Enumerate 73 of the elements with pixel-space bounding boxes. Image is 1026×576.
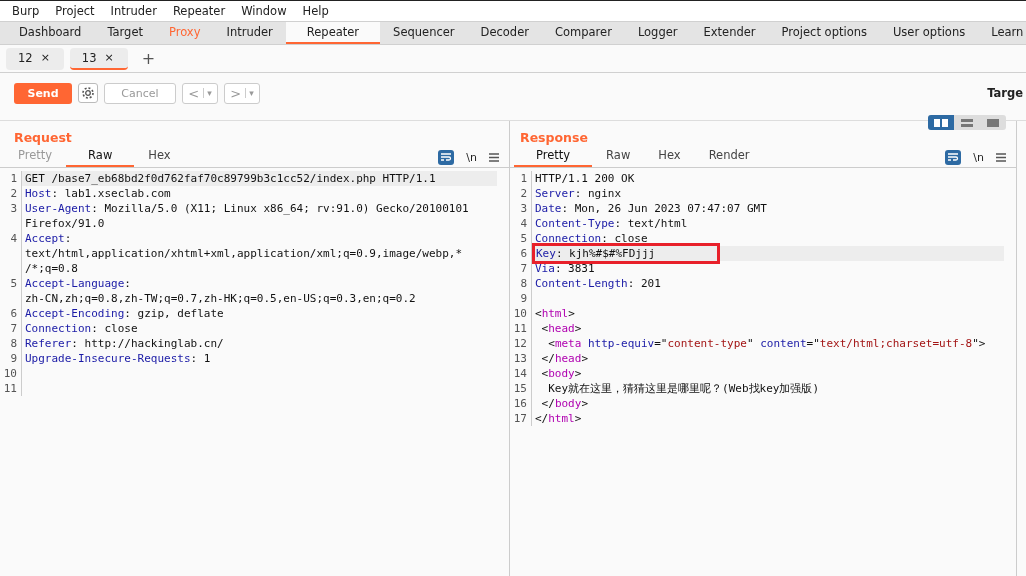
columns-layout-icon[interactable] xyxy=(928,115,954,130)
editor-tab[interactable]: Raw xyxy=(592,148,645,167)
tool-tab[interactable]: Target xyxy=(94,22,156,44)
code-line: <html> xyxy=(535,307,575,320)
tool-tab[interactable]: Extender xyxy=(690,22,769,44)
menu-item[interactable]: Project xyxy=(47,4,103,18)
menu-icon[interactable] xyxy=(489,152,499,162)
code-line: zh-CN,zh;q=0.8,zh-TW;q=0.7,zh-HK;q=0.5,en-US;q=0.3,en;q=0.2 xyxy=(25,292,416,305)
newline-toggle[interactable]: \n xyxy=(973,150,984,164)
tab-label: 13 xyxy=(81,50,97,65)
code-line: Host: lab1.xseclab.com xyxy=(25,187,171,200)
menu-item[interactable]: Window xyxy=(233,4,295,18)
editor-tab[interactable]: Hex xyxy=(644,148,695,167)
code-line: Server: nginx xyxy=(535,187,622,200)
editor-tab[interactable]: Raw xyxy=(66,148,135,167)
wrap-text-icon[interactable] xyxy=(945,149,962,165)
tool-tab[interactable]: Logger xyxy=(624,22,691,44)
code-line: HTTP/1.1 200 OK xyxy=(535,172,635,185)
menu-item[interactable]: Repeater xyxy=(164,4,234,18)
repeater-tab[interactable]: 12 × xyxy=(6,47,64,70)
code-line: Connection: close xyxy=(535,232,648,245)
tool-tab[interactable]: User options xyxy=(879,22,979,44)
tool-tab[interactable]: Dashboard xyxy=(6,22,95,44)
tool-tab[interactable]: Learn xyxy=(978,22,1026,44)
menu-item[interactable]: Intruder xyxy=(102,4,165,18)
new-tab-button[interactable]: + xyxy=(141,49,156,68)
repeater-tab[interactable]: 13 × xyxy=(69,47,128,70)
pane-title: Response xyxy=(520,130,588,145)
line-number: 1 xyxy=(0,171,22,186)
tool-tab[interactable]: Decoder xyxy=(467,22,542,44)
tool-tab[interactable]: Project options xyxy=(768,22,880,44)
menu-icon[interactable] xyxy=(996,152,1006,162)
tool-tab[interactable]: Repeater xyxy=(285,22,381,44)
code-line: Accept-Language: xyxy=(25,277,131,290)
wrap-text-icon[interactable] xyxy=(438,149,455,165)
code-line: Content-Type: text/html xyxy=(535,217,688,230)
code-line: Via: 3831 xyxy=(535,262,595,275)
code-line: GET /base7_eb68bd2f0d762faf70c89799b3c1cc52/index.php HTTP/1.1 xyxy=(25,172,436,185)
target-label: Targe xyxy=(987,86,1023,100)
code-line: Connection: close xyxy=(25,322,138,335)
newline-toggle[interactable]: \n xyxy=(466,150,477,164)
editor-tab[interactable]: Pretty xyxy=(514,148,593,167)
code-line: Referer: http://hackinglab.cn/ xyxy=(25,337,224,350)
code-line: Key就在这里，猜猜这里是哪里呢？(Web找key加强版) xyxy=(547,382,820,395)
settings-icon[interactable] xyxy=(78,83,98,103)
tool-tab[interactable]: Intruder xyxy=(213,22,286,44)
editor-tab[interactable]: Render xyxy=(694,148,764,167)
tool-tab[interactable]: Sequencer xyxy=(380,22,468,44)
menu-item[interactable]: Help xyxy=(294,4,337,18)
code-line: text/html,application/xhtml+xml,application/xml;q=0.9,image/webp,* xyxy=(25,247,463,260)
code-line: Accept: xyxy=(25,232,72,245)
code-line: </body> xyxy=(540,397,588,410)
code-line: Firefox/91.0 xyxy=(25,217,105,230)
menu-item[interactable]: Burp xyxy=(4,4,48,18)
code-line: /*;q=0.8 xyxy=(25,262,78,275)
code-line: </head> xyxy=(540,352,588,365)
tool-tab[interactable]: Comparer xyxy=(541,22,625,44)
code-line: <body> xyxy=(540,367,582,380)
tab-label: 12 xyxy=(18,50,33,65)
code-line: User-Agent: Mozilla/5.0 (X11; Linux x86_64; rv:91.0) Gecko/20100101 xyxy=(25,202,469,215)
code-line: <head> xyxy=(540,322,582,335)
code-line: Upgrade-Insecure-Requests: 1 xyxy=(25,352,211,365)
editor-tab[interactable]: Hex xyxy=(134,148,185,167)
code-line: Content-Length: 201 xyxy=(535,277,661,290)
line-number: 6 xyxy=(510,246,532,261)
close-icon[interactable]: × xyxy=(40,51,50,64)
code-line: Date: Mon, 26 Jun 2023 07:47:07 GMT xyxy=(535,202,767,215)
code-line: Accept-Encoding: gzip, deflate xyxy=(25,307,224,320)
code-line: </html> xyxy=(535,412,582,425)
close-icon[interactable]: × xyxy=(104,51,114,64)
code-line: <meta http-equiv="content-type" content="text/html;charset=utf-8"> xyxy=(547,337,986,350)
pane-title: Request xyxy=(14,130,72,145)
code-line: Key: kjh%#$#%FDjjj xyxy=(536,247,656,260)
